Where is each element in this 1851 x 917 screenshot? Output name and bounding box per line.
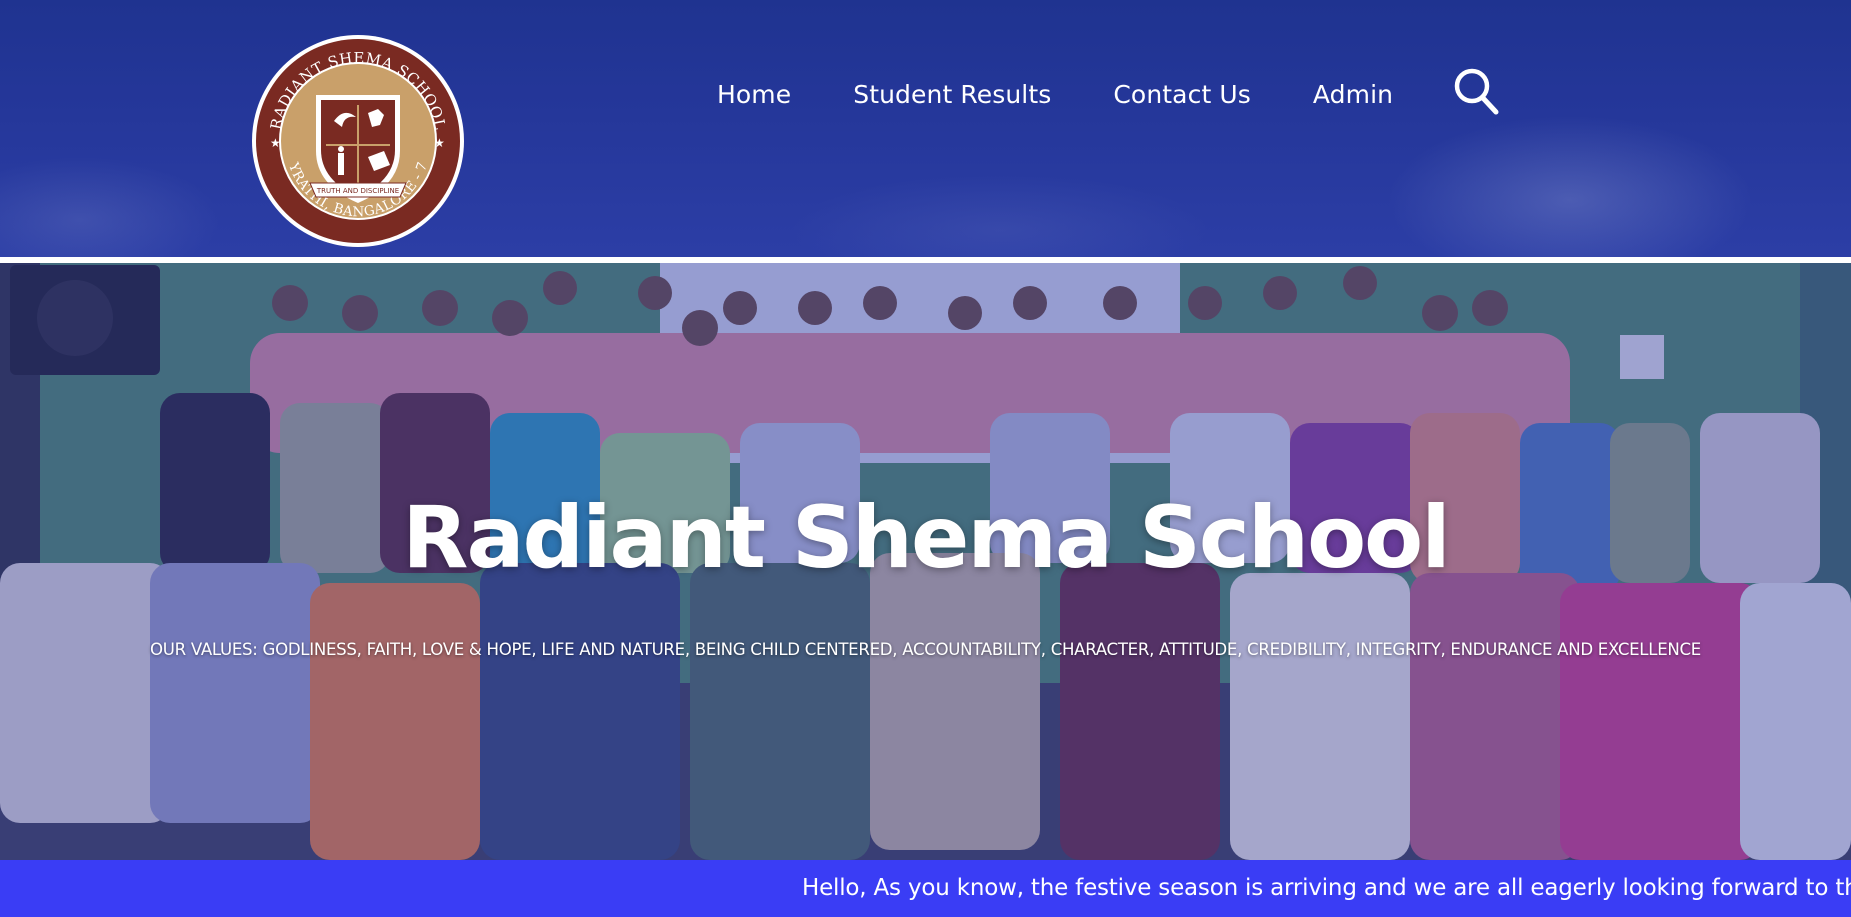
hero-values: OUR VALUES: GODLINESS, FAITH, LOVE & HOP…: [150, 640, 1701, 659]
nav-admin[interactable]: Admin: [1313, 80, 1393, 109]
nav-student-results[interactable]: Student Results: [853, 80, 1051, 109]
search-button[interactable]: [1452, 66, 1500, 116]
school-logo[interactable]: RADIANT SHEMA SCHOOL BYRATHI, BANGALORE …: [245, 21, 466, 249]
svg-text:TRUTH AND DISCIPLINE: TRUTH AND DISCIPLINE: [316, 187, 399, 195]
svg-text:★: ★: [270, 136, 281, 150]
search-icon: [1454, 68, 1499, 115]
ticker-text[interactable]: Hello, As you know, the festive season i…: [802, 875, 1851, 901]
nav-contact-us[interactable]: Contact Us: [1113, 80, 1251, 109]
nav-home[interactable]: Home: [717, 80, 791, 109]
hero-title: Radiant Shema School: [402, 488, 1450, 588]
svg-text:★: ★: [434, 136, 445, 150]
school-crest-icon: RADIANT SHEMA SCHOOL BYRATHI, BANGALORE …: [245, 21, 464, 247]
hero-banner: Radiant Shema School OUR VALUES: GODLINE…: [0, 263, 1851, 860]
main-nav: Home Student Results Contact Us Admin: [717, 80, 1393, 109]
announcement-ticker: Hello, As you know, the festive season i…: [0, 860, 1851, 917]
site-header: RADIANT SHEMA SCHOOL BYRATHI, BANGALORE …: [0, 0, 1851, 257]
